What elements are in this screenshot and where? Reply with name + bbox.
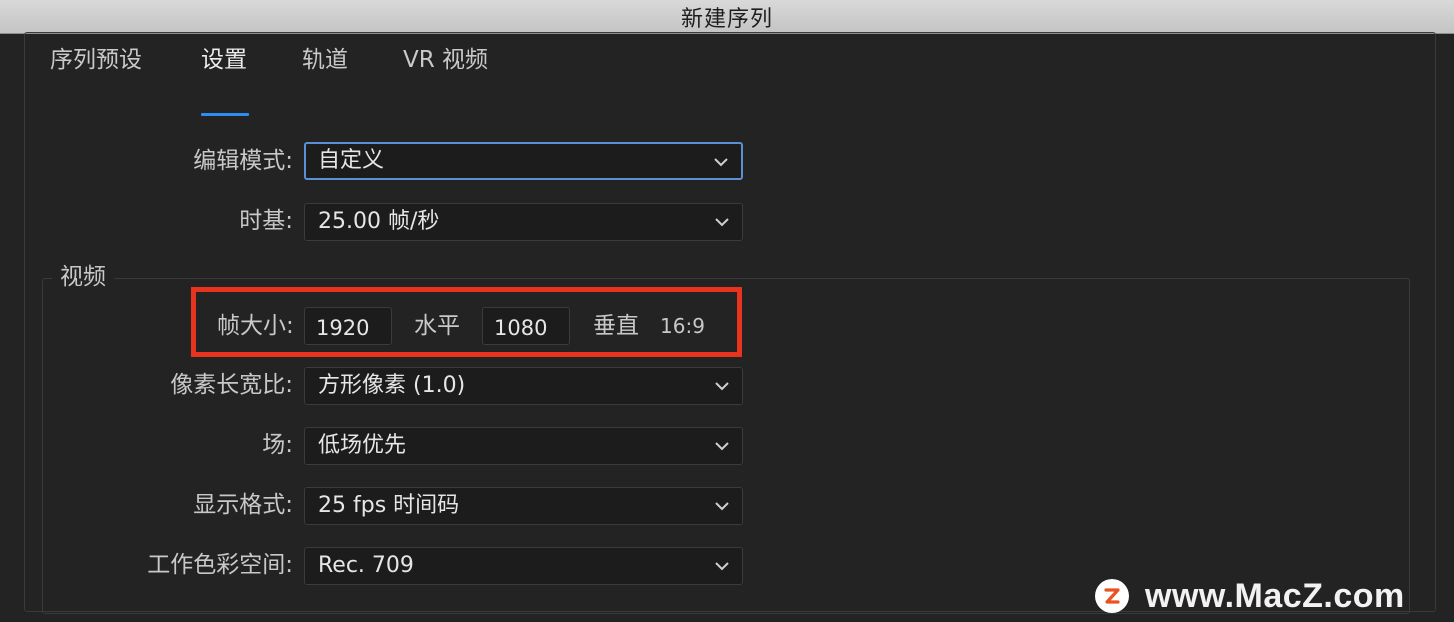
pixel-aspect-value: 方形像素 (1.0): [318, 373, 466, 398]
pixel-aspect-select[interactable]: 方形像素 (1.0): [304, 367, 743, 405]
window-title: 新建序列: [680, 6, 773, 32]
fields-label: 场:: [262, 432, 293, 458]
display-format-value: 25 fps 时间码: [318, 493, 460, 518]
editing-mode-label: 编辑模式:: [193, 148, 293, 174]
working-color-space-label: 工作色彩空间:: [147, 552, 293, 578]
frame-size-label: 帧大小:: [217, 313, 294, 339]
video-section-title: 视频: [52, 262, 114, 292]
working-color-space-value: Rec. 709: [318, 553, 414, 578]
timebase-value: 25.00 帧/秒: [318, 209, 440, 234]
chevron-down-icon: [715, 382, 729, 391]
tab-vr-video[interactable]: VR 视频: [403, 45, 488, 75]
tab-sequence-presets[interactable]: 序列预设: [50, 45, 142, 75]
display-format-label: 显示格式:: [193, 492, 293, 518]
frame-width-input[interactable]: [304, 307, 392, 345]
active-tab-indicator: [201, 113, 249, 116]
working-color-space-select[interactable]: Rec. 709: [304, 547, 743, 585]
chevron-down-icon: [715, 562, 729, 571]
watermark-text: www.MacZ.com: [1145, 576, 1405, 615]
fields-select[interactable]: 低场优先: [304, 427, 743, 465]
timebase-select[interactable]: 25.00 帧/秒: [304, 203, 743, 241]
watermark: www.MacZ.com: [1095, 575, 1405, 617]
editing-mode-value: 自定义: [318, 148, 385, 173]
aspect-ratio-value: 16:9: [660, 314, 705, 338]
fields-value: 低场优先: [318, 433, 407, 458]
window-titlebar: 新建序列: [0, 0, 1454, 34]
tab-settings[interactable]: 设置: [201, 45, 247, 75]
horizontal-label: 水平: [414, 313, 460, 339]
timebase-label: 时基:: [239, 208, 293, 234]
vertical-label: 垂直: [593, 313, 639, 339]
chevron-down-icon: [715, 442, 729, 451]
chevron-down-icon: [715, 218, 729, 227]
macz-logo-icon: [1095, 579, 1129, 613]
chevron-down-icon: [714, 158, 728, 167]
frame-height-input[interactable]: [482, 307, 570, 345]
pixel-aspect-label: 像素长宽比:: [170, 372, 293, 398]
editing-mode-select[interactable]: 自定义: [304, 142, 743, 180]
tab-tracks[interactable]: 轨道: [302, 45, 348, 75]
display-format-select[interactable]: 25 fps 时间码: [304, 487, 743, 525]
chevron-down-icon: [715, 502, 729, 511]
